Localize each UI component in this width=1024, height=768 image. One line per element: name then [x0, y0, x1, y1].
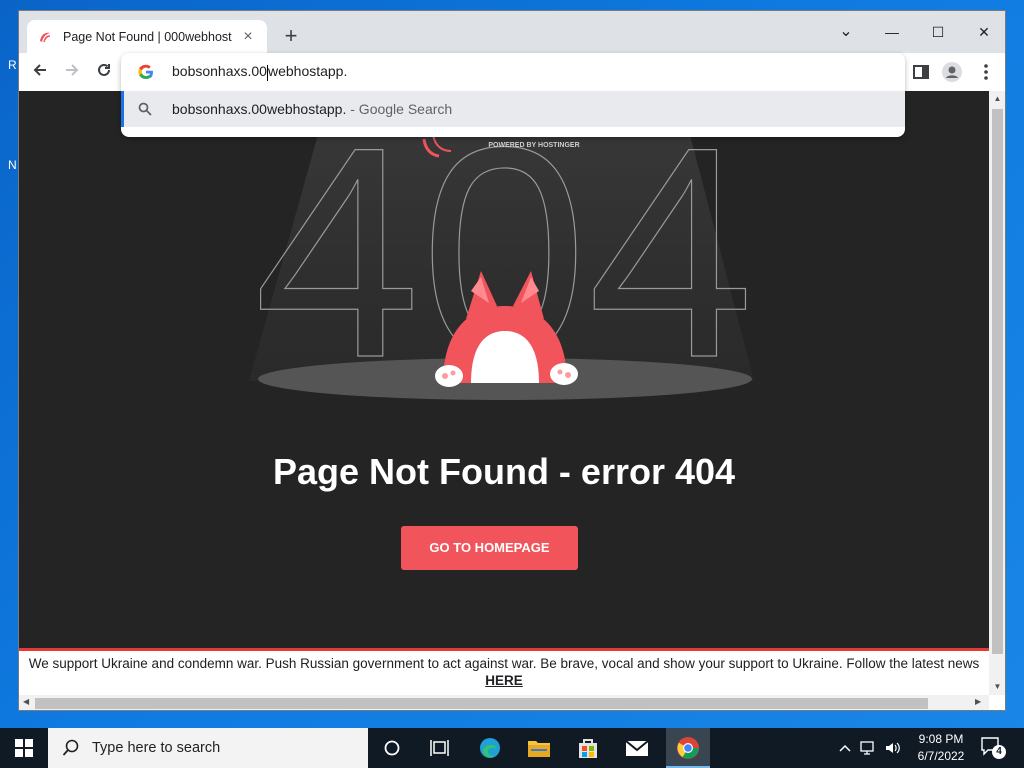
edge-taskbar-icon[interactable] — [476, 734, 504, 762]
horizontal-scrollbar[interactable]: ◀ ▶ — [19, 695, 989, 710]
mail-icon — [625, 740, 649, 756]
omnibox-input[interactable]: bobsonhaxs.00webhostapp. — [172, 63, 348, 81]
suggestion-text: bobsonhaxs.00webhostapp. - Google Search — [172, 101, 452, 117]
desktop-edge: R N — [0, 0, 18, 728]
suggestion-source: - Google Search — [346, 101, 453, 117]
clock-date: 6/7/2022 — [917, 749, 965, 763]
folder-icon — [528, 741, 550, 757]
omnibox-text-after-caret: webhostapp. — [267, 63, 348, 80]
task-view-button[interactable] — [378, 734, 406, 762]
maximize-button[interactable]: ☐ — [915, 17, 961, 47]
go-to-homepage-button[interactable]: GO TO HOMEPAGE — [401, 526, 578, 570]
search-placeholder: Type here to search — [92, 740, 221, 756]
timeline-icon — [430, 740, 449, 756]
store-taskbar-icon[interactable] — [574, 734, 602, 762]
vertical-scrollbar[interactable]: ▲ ▼ — [989, 91, 1005, 695]
cortana-circle-icon — [384, 740, 400, 756]
suggestion-query: bobsonhaxs.00webhostapp. — [172, 101, 347, 117]
forward-button[interactable] — [58, 58, 86, 86]
system-clock[interactable]: 9:08 PM 6/7/2022 — [906, 731, 976, 765]
reload-icon — [98, 63, 110, 76]
start-button[interactable] — [0, 728, 48, 768]
close-window-button[interactable]: ✕ — [961, 17, 1005, 47]
browser-tab[interactable]: Page Not Found | 000webhost × — [27, 20, 267, 54]
side-panel-icon[interactable] — [910, 61, 932, 83]
more-menu-icon[interactable] — [975, 61, 997, 83]
tab-search-button[interactable]: ⌄ — [823, 17, 869, 47]
search-icon — [62, 739, 79, 756]
scroll-left-arrow-icon[interactable]: ◀ — [23, 697, 29, 706]
reload-button[interactable] — [90, 58, 118, 86]
windows-logo-icon — [15, 739, 33, 757]
minimize-button[interactable]: — — [869, 17, 915, 47]
banner-text: We support Ukraine and condemn war. Push… — [28, 656, 980, 671]
404-illustration: 404 POWERED BY HOSTINGER — [249, 91, 755, 421]
volume-icon[interactable] — [884, 740, 902, 756]
powered-by-hostinger: POWERED BY HOSTINGER — [488, 142, 579, 149]
page-content: 404 POWERED BY HOSTINGER Page Not Found … — [19, 91, 989, 695]
new-tab-button[interactable]: + — [277, 23, 305, 51]
network-icon[interactable] — [860, 740, 878, 756]
omnibox-dropdown[interactable]: bobsonhaxs.00webhostapp. bobsonhaxs.00we… — [121, 53, 905, 137]
omnibox-text-before-caret: bobsonhaxs.00 — [172, 63, 267, 80]
browser-window: Page Not Found | 000webhost × + ⌄ — ☐ ✕ — [18, 10, 1006, 711]
clock-time: 9:08 PM — [918, 732, 964, 746]
file-explorer-taskbar-icon[interactable] — [525, 734, 553, 762]
back-button[interactable] — [26, 58, 54, 86]
arrow-right-icon — [66, 64, 79, 76]
000webhost-favicon-icon — [40, 32, 51, 43]
omnibox-suggestion[interactable]: bobsonhaxs.00webhostapp. - Google Search — [121, 91, 905, 127]
tab-close-icon[interactable]: × — [239, 28, 257, 46]
desktop-icon-label: R — [8, 58, 17, 72]
scroll-right-arrow-icon[interactable]: ▶ — [975, 697, 981, 706]
scroll-down-arrow-icon[interactable]: ▼ — [989, 682, 1005, 691]
chevron-up-icon[interactable] — [838, 741, 852, 755]
google-g-icon — [138, 64, 153, 79]
store-bag-icon — [579, 739, 597, 758]
mail-taskbar-icon[interactable] — [623, 734, 651, 762]
arrow-left-icon — [33, 64, 46, 76]
tab-title: Page Not Found | 000webhost — [63, 30, 232, 44]
address-bar[interactable]: bobsonhaxs.00webhostapp. — [121, 53, 905, 91]
edge-icon — [480, 738, 500, 758]
notification-center-button[interactable]: 4 — [980, 736, 1008, 760]
error-heading: Page Not Found - error 404 — [272, 451, 736, 492]
desktop-icon-label: N — [8, 158, 17, 172]
taskbar-search-box[interactable]: Type here to search — [48, 728, 368, 768]
notification-badge: 4 — [992, 745, 1006, 759]
ukraine-support-banner: We support Ukraine and condemn war. Push… — [19, 648, 989, 695]
system-tray — [838, 728, 902, 768]
search-icon — [138, 102, 152, 116]
profile-avatar-icon[interactable] — [941, 61, 963, 83]
banner-link-here[interactable]: HERE — [485, 673, 523, 688]
vertical-scroll-thumb[interactable] — [992, 109, 1003, 654]
horizontal-scroll-thumb[interactable] — [35, 698, 928, 709]
scroll-up-arrow-icon[interactable]: ▲ — [989, 94, 1005, 103]
task-view-icon[interactable] — [426, 734, 454, 762]
chrome-taskbar-button[interactable] — [666, 728, 710, 768]
title-bar: Page Not Found | 000webhost × + ⌄ — ☐ ✕ — [19, 11, 1005, 54]
chrome-icon — [677, 737, 699, 759]
taskbar: Type here to search 9:08 PM 6/7/2022 4 — [0, 728, 1024, 768]
